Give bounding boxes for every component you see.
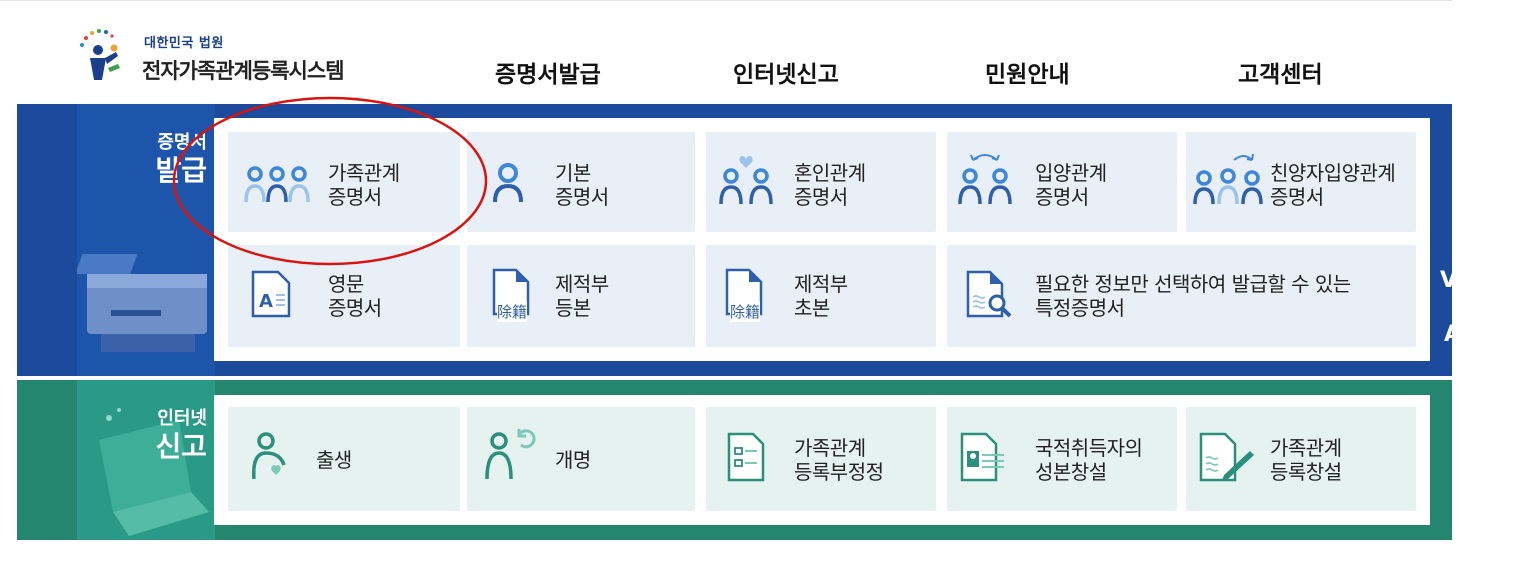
- tile-label-line1: 입양관계: [1035, 161, 1107, 185]
- site-logo[interactable]: 대한민국 법원 전자가족관계등록시스템: [74, 22, 394, 92]
- tile-label-line2: 증명서: [1035, 185, 1089, 209]
- nav-civil-guide[interactable]: 민원안내: [985, 55, 1070, 89]
- internet-report-title-line1: 인터넷: [157, 408, 207, 429]
- tile-label-line1: 개명: [555, 448, 591, 472]
- tile-label-line1: 가족관계: [1270, 436, 1342, 460]
- full-adoption-icon: [1193, 153, 1263, 205]
- tile-label-line2: 특정증명서: [1035, 296, 1125, 320]
- tile-naturalized-surname-creation[interactable]: 국적취득자의 성본창설: [947, 407, 1177, 511]
- certificate-section-title: 증명서 발급: [105, 132, 207, 188]
- court-emblem-icon: [80, 29, 120, 80]
- tile-label-line2: 성본창설: [1035, 460, 1107, 484]
- nav-customer-center[interactable]: 고객센터: [1238, 55, 1323, 89]
- tile-label-line1: 필요한 정보만 선택하여 발급할 수 있는: [1035, 272, 1351, 296]
- top-divider: [0, 0, 1452, 1]
- tile-register-correction[interactable]: 가족관계 등록부정정: [706, 407, 936, 511]
- tile-specific-certificate[interactable]: 필요한 정보만 선택하여 발급할 수 있는 특정증명서: [947, 245, 1416, 347]
- tile-label-line2: 증명서: [328, 185, 382, 209]
- family-icon: [244, 166, 310, 203]
- tile-label-line1: 기본: [555, 161, 591, 185]
- tile-birth-report[interactable]: 출생: [228, 407, 460, 511]
- birth-icon: [252, 432, 286, 480]
- tile-removed-register-copy[interactable]: 除籍 제적부 등본: [467, 245, 695, 347]
- removed-register-badge: 除籍: [497, 301, 528, 322]
- tile-label-line2: 등록창설: [1270, 460, 1342, 484]
- certificate-panel: 가족관계 증명서 기본 증명서 혼인관계 증명서 입양관계 증명서 친양자입양관…: [214, 118, 1430, 361]
- side-fragment-top: V: [1440, 268, 1458, 293]
- tile-label-line1: 친양자입양관계: [1270, 161, 1396, 185]
- tile-label-line2: 증명서: [1270, 185, 1324, 209]
- checklist-doc-icon: [727, 432, 765, 482]
- nav-certificate-issue[interactable]: 증명서발급: [495, 55, 601, 89]
- tile-english-certificate[interactable]: A 영문 증명서: [228, 245, 460, 347]
- certificate-title-line1: 증명서: [157, 132, 207, 153]
- tile-label-line1: 혼인관계: [794, 161, 866, 185]
- internet-report-panel: 출생 개명 가족관계 등록부정정 국적취득자의 성본창설 가족관계 등록창설: [214, 395, 1430, 525]
- removed-register-badge: 除籍: [730, 301, 761, 322]
- logo-title: 전자가족관계등록시스템: [142, 59, 345, 83]
- tile-label-line2: 증명서: [328, 296, 382, 320]
- adoption-icon: [958, 154, 1012, 205]
- tile-basic-certificate[interactable]: 기본 증명서: [467, 132, 695, 232]
- tile-label-line1: 제적부: [794, 272, 848, 296]
- tile-full-adoption-certificate[interactable]: 친양자입양관계 증명서: [1186, 132, 1416, 232]
- english-doc-icon: A: [251, 270, 291, 318]
- tile-removed-register-extract[interactable]: 除籍 제적부 초본: [706, 245, 936, 347]
- printer-illustration: [77, 254, 207, 352]
- tile-label-line1: 출생: [316, 448, 352, 472]
- tile-adoption-certificate[interactable]: 입양관계 증명서: [947, 132, 1177, 232]
- doc-write-icon: [1199, 432, 1254, 482]
- id-card-icon: [960, 432, 1004, 482]
- marriage-icon: [719, 156, 773, 205]
- tile-label-line1: 제적부: [555, 272, 609, 296]
- tile-label-line2: 등록부정정: [794, 460, 884, 484]
- tile-label-line2: 증명서: [555, 185, 609, 209]
- side-fragment-bottom: A: [1444, 322, 1462, 347]
- nav-internet-report[interactable]: 인터넷신고: [733, 55, 839, 89]
- tile-label-line1: 영문: [328, 272, 364, 296]
- doc-search-icon: [966, 270, 1012, 318]
- tile-label-line1: 국적취득자의: [1035, 436, 1143, 460]
- tile-family-relation-certificate[interactable]: 가족관계 증명서: [228, 132, 460, 232]
- logo-subtitle: 대한민국 법원: [144, 36, 224, 51]
- tile-label-line1: 가족관계: [328, 161, 400, 185]
- tile-register-creation[interactable]: 가족관계 등록창설: [1186, 407, 1416, 511]
- tile-marriage-certificate[interactable]: 혼인관계 증명서: [706, 132, 936, 232]
- certificate-title-line2: 발급: [155, 154, 207, 187]
- tile-label-line2: 등본: [555, 296, 591, 320]
- internet-report-title-line2: 신고: [155, 430, 207, 463]
- tile-label-line2: 초본: [794, 296, 830, 320]
- tile-label-line2: 증명서: [794, 185, 848, 209]
- rename-icon: [485, 429, 536, 480]
- person-icon: [493, 163, 523, 203]
- tile-name-change-report[interactable]: 개명: [467, 407, 695, 511]
- tile-label-line1: 가족관계: [794, 436, 866, 460]
- internet-report-section-title: 인터넷 신고: [105, 408, 207, 464]
- svg-text:A: A: [259, 291, 273, 312]
